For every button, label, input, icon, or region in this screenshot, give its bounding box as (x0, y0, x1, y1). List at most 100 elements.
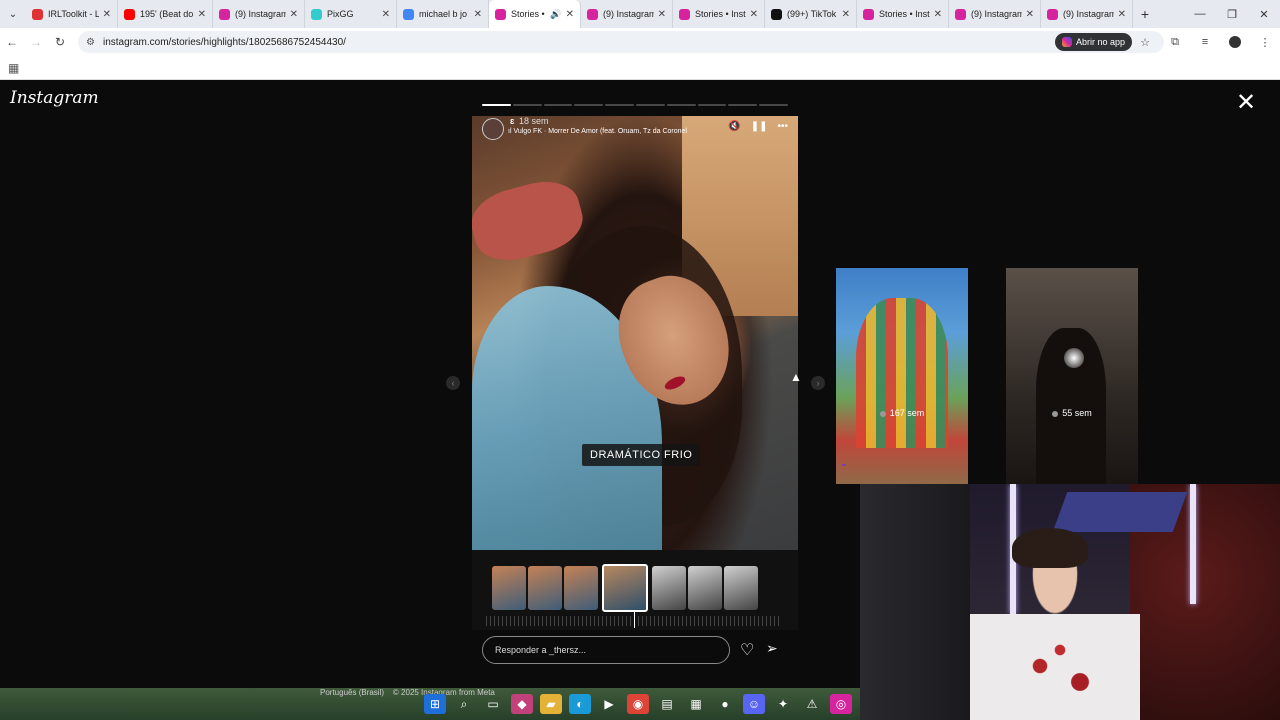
more-options-icon[interactable]: ••• (777, 121, 788, 132)
webcam-neon-light (1190, 484, 1196, 604)
filter-thumbnail[interactable] (564, 566, 598, 610)
tab-close-icon[interactable]: ✕ (474, 9, 482, 20)
filter-thumbnail[interactable] (528, 566, 562, 610)
edge-icon[interactable]: ◐ (569, 694, 591, 714)
browser-tab-bar: ⌄ IRLToolkit - L ✕ 195' (Beat do ✕ (9) Insta… (0, 0, 1280, 28)
browser-tab[interactable]: Stories • Insta ✕ (673, 0, 765, 28)
task-view-icon[interactable]: ▭ (482, 694, 504, 714)
browser-tab[interactable]: (9) Instagram ✕ (949, 0, 1041, 28)
tab-close-icon[interactable]: ✕ (842, 9, 850, 20)
profile-avatar[interactable] (1229, 36, 1241, 48)
reload-button[interactable]: ↻ (48, 28, 72, 56)
filter-thumbnail[interactable] (688, 566, 722, 610)
send-icon[interactable]: ➢ (766, 640, 778, 657)
close-stories-icon[interactable]: ✕ (1234, 91, 1258, 116)
tab-close-icon[interactable]: ✕ (934, 9, 942, 20)
browser-tab[interactable]: Stories • Insta ✕ (857, 0, 949, 28)
tools-icon[interactable]: ✦ (772, 694, 794, 714)
tab-label: IRLToolkit - L (48, 9, 99, 19)
tab-search-menu-icon[interactable]: ⌄ (0, 0, 26, 28)
url-bar[interactable]: ⚙ instagram.com/stories/highlights/18025… (78, 31, 1164, 53)
progress-segment (728, 104, 758, 106)
search-icon[interactable]: ⌕ (453, 694, 475, 714)
calculator-icon[interactable]: ▦ (685, 694, 707, 714)
open-in-app-button[interactable]: Abrir no app (1054, 33, 1132, 51)
notepad-icon[interactable]: ▤ (656, 694, 678, 714)
open-in-app-label: Abrir no app (1075, 37, 1125, 47)
filter-thumbnail[interactable] (492, 566, 526, 610)
start-menu-icon[interactable]: ⊞ (424, 694, 446, 714)
pause-icon[interactable]: ❚❚ (751, 121, 768, 132)
browser-tab[interactable]: michael b jo ✕ (397, 0, 489, 28)
extensions-icon[interactable]: ⧉ (1160, 28, 1190, 56)
browser-tab[interactable]: (9) Instagram ✕ (213, 0, 305, 28)
instagram-logo[interactable]: Instagram (10, 88, 99, 108)
minimize-icon[interactable]: — (1184, 0, 1216, 28)
streamer-webcam-overlay (860, 484, 1280, 720)
tab-close-icon[interactable]: ✕ (382, 9, 390, 20)
tab-label: Stories • Insta (695, 9, 746, 19)
progress-segment (605, 104, 634, 106)
file-explorer-icon[interactable]: ▰ (540, 694, 562, 714)
play-store-icon[interactable]: ▶ (598, 694, 620, 714)
story-username[interactable]: ɛ (510, 116, 514, 126)
tab-label: PixGG (327, 9, 354, 19)
forward-button[interactable]: → (24, 28, 48, 56)
filter-thumbnail-selected[interactable] (602, 564, 648, 612)
browser-tab[interactable]: (99+) TikTok ✕ (765, 0, 857, 28)
filter-thumbnail[interactable] (652, 566, 686, 610)
tab-close-icon[interactable]: ✕ (566, 9, 574, 20)
tab-close-icon[interactable]: ✕ (198, 9, 206, 20)
tab-close-icon[interactable]: ✕ (290, 9, 298, 20)
address-toolbar: ← → ↻ ⚙ instagram.com/stories/highlights… (0, 28, 1280, 56)
discord-icon[interactable]: ☺ (743, 694, 765, 714)
progress-segment (635, 104, 665, 106)
next-highlight-preview[interactable]: 55 sem (1006, 268, 1138, 484)
preview-castle-shape (856, 298, 948, 448)
browser-tab[interactable]: (9) Instagram ✕ (1041, 0, 1133, 28)
media-controls-icon[interactable]: ≡ (1190, 28, 1220, 56)
tab-close-icon[interactable]: ✕ (750, 9, 758, 20)
story-author-avatar[interactable] (482, 118, 504, 140)
filter-scrubber[interactable] (486, 610, 782, 628)
next-story-icon[interactable]: › (811, 376, 825, 390)
filter-thumbnail[interactable] (724, 566, 758, 610)
tab-audio-icon[interactable]: 🔊 (550, 9, 561, 20)
mouse-cursor-icon: ▲ (790, 370, 802, 384)
bookmark-star-icon[interactable]: ☆ (1130, 28, 1160, 56)
back-button[interactable]: ← (0, 28, 24, 56)
story-media[interactable]: ɛ 18 sem ıl Vulgo FK · Morrer De Amor (f… (472, 116, 798, 550)
browser-tab[interactable]: IRLToolkit - L ✕ (26, 0, 118, 28)
restore-icon[interactable]: ❐ (1216, 0, 1248, 28)
chrome-icon[interactable]: ◉ (627, 694, 649, 714)
tab-close-icon[interactable]: ✕ (1118, 9, 1126, 20)
new-tab-button[interactable]: + (1133, 6, 1157, 22)
warning-app-icon[interactable]: ⚠ (801, 694, 823, 714)
tab-close-icon[interactable]: ✕ (103, 9, 111, 20)
browser-menu-icon[interactable]: ⋮ (1250, 28, 1280, 56)
obs-icon[interactable]: ● (714, 694, 736, 714)
browser-tab[interactable]: Stories • 🔊 ✕ (489, 0, 581, 28)
story-music-label[interactable]: ıl Vulgo FK · Morrer De Amor (feat. Orua… (508, 128, 687, 135)
site-info-icon[interactable]: ⚙ (86, 37, 95, 48)
tab-close-icon[interactable]: ✕ (658, 9, 666, 20)
like-heart-icon[interactable]: ♡ (740, 640, 754, 660)
apps-grid-icon[interactable]: ▦ (8, 61, 19, 75)
prev-story-icon[interactable]: ‹ (446, 376, 460, 390)
next-highlight-preview[interactable]: 167 sem (836, 268, 968, 484)
browser-tab[interactable]: (9) Instagram ✕ (581, 0, 673, 28)
instagram-app-icon[interactable]: ◎ (830, 694, 852, 714)
browser-tab[interactable]: 195' (Beat do ✕ (118, 0, 213, 28)
scrubber-knob[interactable] (634, 610, 635, 628)
mute-icon[interactable]: 🔇 (728, 121, 740, 132)
footer-language[interactable]: Português (Brasil) (320, 688, 384, 697)
tab-close-icon[interactable]: ✕ (1026, 9, 1034, 20)
reply-input[interactable]: Responder a _thersz... (482, 636, 730, 664)
tab-label: 195' (Beat do (140, 9, 194, 19)
progress-segment (543, 104, 573, 106)
browser-tab[interactable]: PixGG ✕ (305, 0, 397, 28)
story-pillow-shape (472, 172, 590, 270)
tab-strip: IRLToolkit - L ✕ 195' (Beat do ✕ (9) Instagr… (26, 0, 1133, 28)
widgets-icon[interactable]: ◆ (511, 694, 533, 714)
close-window-icon[interactable]: ✕ (1248, 0, 1280, 28)
